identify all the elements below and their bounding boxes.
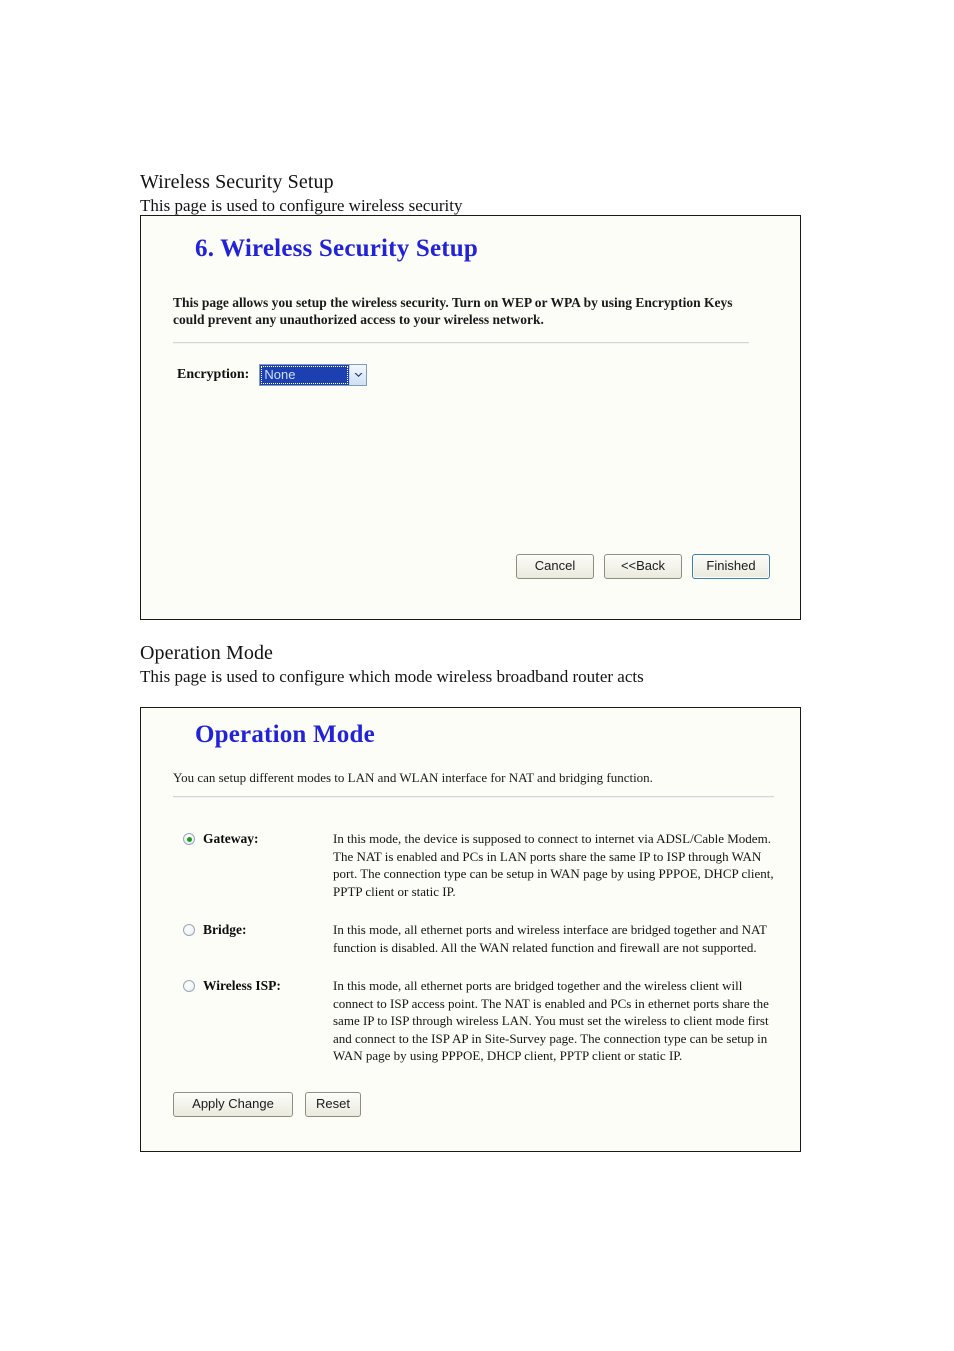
apply-change-button[interactable]: Apply Change <box>173 1092 293 1117</box>
mode-option-bridge[interactable]: Bridge: In this mode, all ethernet ports… <box>183 921 774 956</box>
finished-button[interactable]: Finished <box>692 554 770 579</box>
encryption-label: Encryption: <box>177 367 250 382</box>
radio-wireless-isp-icon[interactable] <box>183 980 195 992</box>
encryption-selected-value: None <box>260 365 350 385</box>
encryption-field-row: Encryption: None <box>177 364 368 386</box>
document-page: Wireless Security Setup This page is use… <box>0 0 954 1351</box>
radio-bridge-icon[interactable] <box>183 924 195 936</box>
panel-title-wireless-security: 6. Wireless Security Setup <box>195 235 478 262</box>
chevron-down-icon[interactable] <box>349 365 367 385</box>
mode-description: In this mode, all ethernet ports and wir… <box>333 922 767 955</box>
panel-title-operation-mode: Operation Mode <box>195 721 375 748</box>
wizard-button-row: Cancel <<Back Finished <box>516 554 770 579</box>
section-title: Wireless Security Setup <box>140 171 334 193</box>
section-title: Operation Mode <box>140 642 274 664</box>
mode-label: Wireless ISP: <box>203 978 281 993</box>
panel-content: Operation Mode You can setup different m… <box>173 708 774 1151</box>
reset-button[interactable]: Reset <box>305 1092 361 1117</box>
panel-divider <box>173 796 774 798</box>
wireless-security-setup-panel: 6. Wireless Security Setup This page all… <box>140 215 801 620</box>
mode-option-gateway[interactable]: Gateway: In this mode, the device is sup… <box>183 830 774 900</box>
panel-divider <box>173 342 749 344</box>
section-subtitle: This page is used to configure which mod… <box>140 667 644 686</box>
section-heading-wireless-security: Wireless Security Setup This page is use… <box>140 170 462 216</box>
panel-description: This page allows you setup the wireless … <box>173 295 733 327</box>
operation-mode-panel: Operation Mode You can setup different m… <box>140 707 801 1152</box>
section-heading-operation-mode: Operation Mode This page is used to conf… <box>140 641 644 687</box>
encryption-select[interactable]: None <box>259 364 368 386</box>
mode-radio-cell[interactable]: Bridge: <box>183 921 333 938</box>
cancel-button[interactable]: Cancel <box>516 554 594 579</box>
operation-mode-button-row: Apply Change Reset <box>173 1092 361 1117</box>
panel-content: 6. Wireless Security Setup This page all… <box>173 216 770 619</box>
mode-description: In this mode, all ethernet ports are bri… <box>333 978 769 1063</box>
mode-label: Gateway: <box>203 831 259 846</box>
mode-radio-cell[interactable]: Wireless ISP: <box>183 977 333 994</box>
radio-gateway-icon[interactable] <box>183 833 195 845</box>
mode-radio-cell[interactable]: Gateway: <box>183 830 333 847</box>
section-subtitle: This page is used to configure wireless … <box>140 196 463 215</box>
back-button[interactable]: <<Back <box>604 554 682 579</box>
panel-description: You can setup different modes to LAN and… <box>173 770 653 785</box>
mode-option-wireless-isp[interactable]: Wireless ISP: In this mode, all ethernet… <box>183 977 774 1065</box>
mode-description: In this mode, the device is supposed to … <box>333 831 774 899</box>
mode-label: Bridge: <box>203 922 247 937</box>
